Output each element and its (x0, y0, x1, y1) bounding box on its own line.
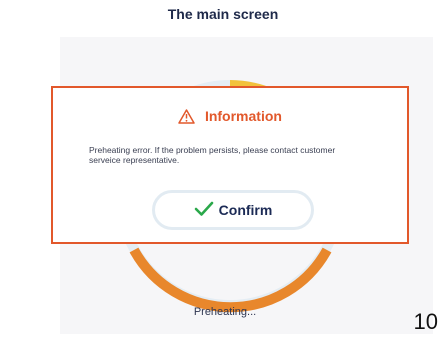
checkmark-icon (194, 201, 214, 220)
dialog-header: Information (53, 108, 407, 127)
confirm-button[interactable]: Confirm (152, 190, 314, 230)
confirm-button-label: Confirm (218, 202, 273, 218)
error-message: Preheating error. If the problem persist… (89, 145, 336, 165)
dialog-title: Information (204, 108, 282, 124)
warning-triangle-icon (178, 109, 195, 127)
information-dialog: Information Preheating error. If the pro… (51, 86, 409, 244)
progress-ring-arc-bottom (129, 247, 332, 313)
page-number: 10 (413, 309, 438, 334)
preheating-status-text: Preheating... (193, 306, 257, 318)
main-screen-page: The main screen Preheating... Informatio… (0, 0, 446, 337)
